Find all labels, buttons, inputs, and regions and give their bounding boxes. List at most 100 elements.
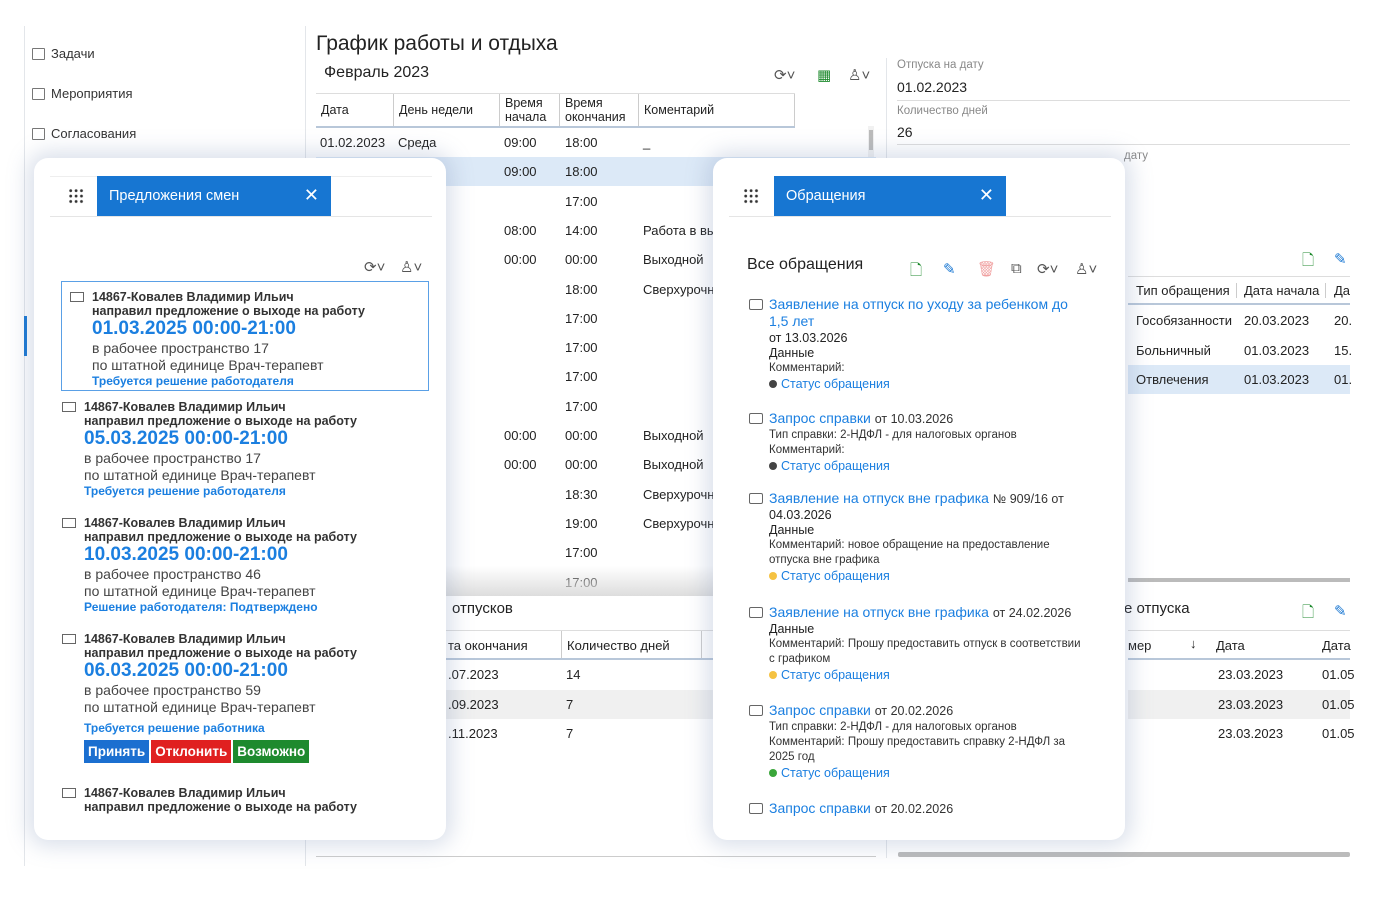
copy-icon[interactable]: ⧉ bbox=[1011, 260, 1022, 277]
request-item[interactable]: Запрос справки от 10.03.2026 Тип справки:… bbox=[749, 410, 1089, 474]
refresh-icon[interactable]: ⟳˅ bbox=[364, 258, 385, 276]
nav-tasks[interactable]: Задачи bbox=[32, 46, 95, 61]
scrollbar[interactable] bbox=[1128, 578, 1350, 582]
delete-icon[interactable]: 🗑 bbox=[977, 260, 996, 278]
apps-grid-icon[interactable] bbox=[743, 188, 759, 204]
cell-end: 17:00 bbox=[565, 545, 598, 561]
add-document-icon[interactable]: 🗋 bbox=[1302, 602, 1314, 627]
cell-end: 00:00 bbox=[565, 428, 598, 443]
user-filter-icon[interactable]: ♙˅ bbox=[400, 258, 422, 276]
table-row[interactable]: 23.03.2023 01.05 bbox=[1128, 689, 1355, 719]
request-item[interactable]: Заявление на отпуск вне графика от 24.02… bbox=[749, 604, 1089, 683]
col-start[interactable]: Время начала bbox=[500, 94, 560, 126]
col-date[interactable]: Дата bbox=[316, 94, 394, 126]
table-row[interactable]: .07.2023 14 bbox=[444, 660, 732, 689]
col-end-date[interactable]: та окончания bbox=[444, 631, 562, 658]
request-status[interactable]: Статус обращения bbox=[749, 568, 1089, 584]
add-document-icon[interactable]: 🗋 bbox=[910, 260, 922, 285]
shift-proposal-card[interactable]: 14867-Ковалев Владимир Ильич направил пре… bbox=[62, 786, 428, 814]
request-status[interactable]: Статус обращения bbox=[749, 458, 1089, 474]
col-end-date[interactable]: Да bbox=[1334, 283, 1350, 298]
request-item[interactable]: Запрос справки от 20.02.2026 bbox=[749, 800, 1089, 818]
tab-shift-proposals[interactable]: Предложения смен ✕ bbox=[97, 176, 331, 216]
col-weekday[interactable]: День недели bbox=[394, 94, 500, 126]
close-icon[interactable]: ✕ bbox=[304, 185, 319, 206]
decision-status[interactable]: Требуется решение работодателя bbox=[62, 484, 428, 498]
scrollbar[interactable] bbox=[898, 852, 1350, 857]
request-link[interactable]: Запрос справки bbox=[769, 410, 871, 426]
cell-date2: 01.05 bbox=[1322, 696, 1355, 712]
col-start-date[interactable]: Дата начала bbox=[1244, 283, 1327, 298]
request-link[interactable]: Заявление на отпуск по уходу за ребенком… bbox=[769, 296, 1068, 329]
request-status[interactable]: Статус обращения bbox=[749, 376, 1089, 392]
table-row[interactable]: 23.03.2023 01.05 bbox=[1128, 660, 1355, 689]
col-number[interactable]: мер bbox=[1128, 638, 1151, 653]
maybe-button[interactable]: Возможно bbox=[233, 740, 310, 763]
table-row[interactable]: Отвлечения 01.03.2023 01. bbox=[1128, 365, 1352, 394]
request-link[interactable]: Запрос справки bbox=[769, 800, 871, 816]
shift-proposal-card[interactable]: 14867-Ковалев Владимир Ильич направил пре… bbox=[61, 281, 429, 391]
nav-approvals[interactable]: Согласования bbox=[32, 126, 136, 141]
certificate-type: Тип справки: 2-НДФЛ - для налоговых орга… bbox=[769, 721, 1017, 733]
excel-icon[interactable]: ▦ bbox=[817, 66, 831, 84]
shift-date: 05.03.2025 00:00-21:00 bbox=[84, 428, 288, 449]
edit-icon[interactable]: ✎ bbox=[1334, 250, 1347, 268]
refresh-icon[interactable]: ⟳˅ bbox=[774, 66, 795, 84]
request-item[interactable]: Заявление на отпуск по уходу за ребенком… bbox=[749, 296, 1089, 392]
appeals-header: Тип обращения Дата начала Да bbox=[1128, 276, 1350, 305]
shift-proposal-card[interactable]: 14867-Ковалев Владимир Ильич направил пре… bbox=[62, 400, 428, 498]
accept-button[interactable]: Принять bbox=[84, 740, 150, 763]
decision-status[interactable]: Требуется решение работодателя bbox=[70, 374, 428, 388]
col-end[interactable]: Время окончания bbox=[560, 94, 639, 126]
edit-icon[interactable]: ✎ bbox=[1334, 602, 1347, 620]
request-item[interactable]: Запрос справки от 20.02.2026 Тип справки:… bbox=[749, 702, 1089, 781]
table-row[interactable]: .09.2023 7 bbox=[444, 689, 732, 719]
decline-button[interactable]: Отклонить bbox=[151, 740, 232, 763]
tab-label: Предложения смен bbox=[109, 188, 240, 204]
chat-icon bbox=[749, 705, 763, 716]
status-label: Статус обращения bbox=[781, 377, 890, 391]
table-row[interactable]: 01.02.2023 Среда 09:00 18:00 _ bbox=[316, 128, 876, 157]
decision-status[interactable]: Решение работодателя: Подтверждено bbox=[62, 600, 428, 614]
add-document-icon[interactable]: 🗋 bbox=[1302, 250, 1314, 275]
request-head: Заявление на отпуск по уходу за ребенком… bbox=[749, 296, 1089, 331]
col-date2[interactable]: Дата bbox=[1322, 638, 1351, 653]
action-text: направил предложение о выходе на работу bbox=[84, 800, 357, 814]
close-icon[interactable]: ✕ bbox=[979, 185, 994, 206]
vacation-date-value[interactable]: 01.02.2023 bbox=[897, 79, 967, 95]
refresh-icon[interactable]: ⟳˅ bbox=[1037, 260, 1058, 278]
request-link[interactable]: Заявление на отпуск вне графика bbox=[769, 604, 989, 620]
request-link[interactable]: Заявление на отпуск вне графика bbox=[769, 490, 989, 506]
request-status[interactable]: Статус обращения bbox=[749, 667, 1089, 683]
nav-events[interactable]: Мероприятия bbox=[32, 86, 133, 101]
col-appeal-type[interactable]: Тип обращения bbox=[1136, 283, 1237, 298]
cell-comment: Сверхурочн bbox=[643, 515, 715, 531]
table-row[interactable]: Больничный 01.03.2023 15. bbox=[1128, 336, 1352, 365]
table-row[interactable]: Гособязанности 20.03.2023 20. bbox=[1128, 306, 1352, 335]
tab-requests[interactable]: Обращения ✕ bbox=[774, 176, 1006, 216]
edit-icon[interactable]: ✎ bbox=[943, 260, 956, 278]
days-value[interactable]: 26 bbox=[897, 124, 913, 140]
shift-proposal-card[interactable]: 14867-Ковалев Владимир Ильич направил пре… bbox=[62, 516, 428, 614]
user-filter-icon[interactable]: ♙˅ bbox=[1075, 260, 1097, 278]
request-status[interactable]: Статус обращения bbox=[749, 765, 1089, 781]
request-data: Данные bbox=[769, 523, 815, 537]
request-head: Запрос справки от 20.02.2026 bbox=[749, 800, 1089, 818]
request-link[interactable]: Запрос справки bbox=[769, 702, 871, 718]
col-date[interactable]: Дата bbox=[1216, 638, 1245, 653]
request-item[interactable]: Заявление на отпуск вне графика № 909/16… bbox=[749, 490, 1089, 584]
request-comment: Комментарий: Прошу предоставить отпуск в… bbox=[769, 638, 1081, 665]
action-text: направил предложение о выходе на работу bbox=[84, 414, 357, 428]
col-comment[interactable]: Коментарий bbox=[639, 94, 795, 126]
shift-proposal-card[interactable]: 14867-Ковалев Владимир Ильич направил пре… bbox=[62, 632, 428, 763]
table-row[interactable]: .11.2023 7 bbox=[444, 719, 732, 748]
cell-date2: 01.05 bbox=[1322, 726, 1355, 741]
col-days[interactable]: Количество дней bbox=[562, 631, 702, 658]
decision-status[interactable]: Требуется решение работника bbox=[62, 721, 428, 735]
table-row[interactable]: 23.03.2023 01.05 bbox=[1128, 719, 1355, 748]
cell-end: 00:00 bbox=[565, 457, 598, 473]
sort-down-icon[interactable]: ↓ bbox=[1190, 636, 1197, 651]
apps-grid-icon[interactable] bbox=[68, 188, 84, 204]
user-filter-icon[interactable]: ♙˅ bbox=[848, 66, 870, 84]
cell-end: 19:00 bbox=[565, 515, 598, 531]
